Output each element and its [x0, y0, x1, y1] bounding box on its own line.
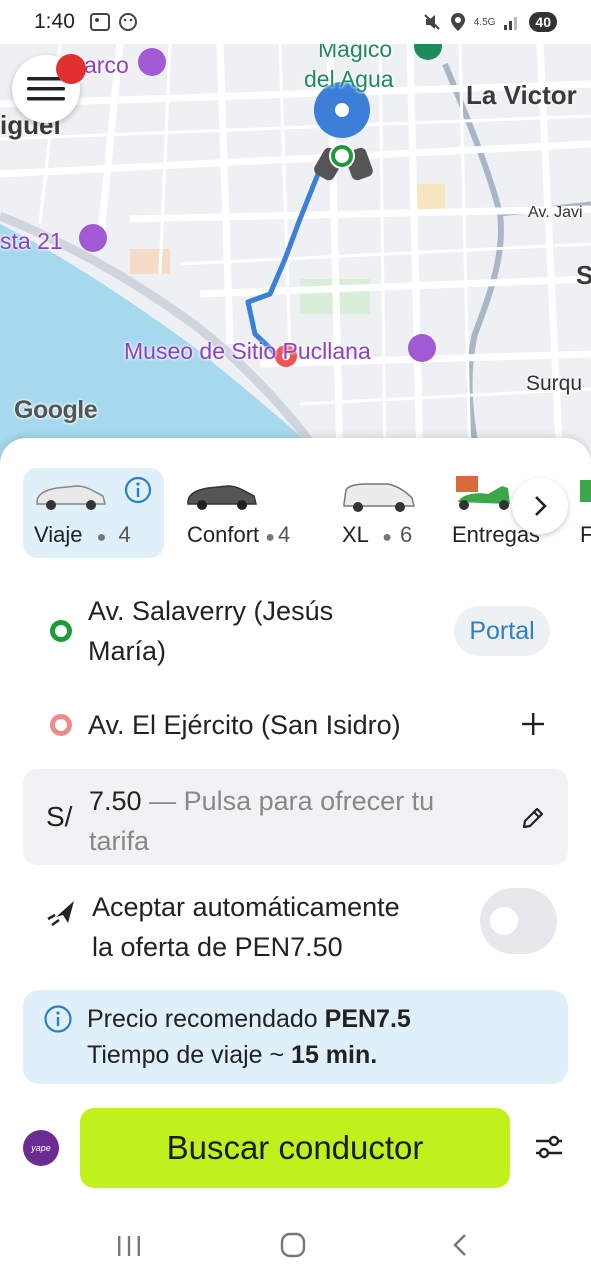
system-nav-bar: [0, 1210, 591, 1280]
notification-icons: [89, 11, 139, 33]
action-row: yape Buscar conductor: [0, 1108, 591, 1188]
recommendation-box: Precio recomendado PEN7.5 Tiempo de viaj…: [23, 990, 568, 1084]
google-logo: Google: [14, 396, 98, 424]
currency-label: S/: [46, 801, 73, 832]
seat-count: 4: [277, 522, 291, 547]
network-type: 4.5G: [473, 16, 496, 28]
map-label-magico: Magico: [318, 44, 393, 62]
fare-hint: — Pulsa para ofrecer tu: [141, 786, 435, 816]
signal-icon: [504, 17, 518, 30]
pencil-icon[interactable]: [520, 805, 546, 831]
home-icon[interactable]: [280, 1232, 306, 1258]
battery-level: 40: [529, 12, 557, 32]
info-icon[interactable]: [124, 476, 152, 504]
fast-forward-icon: [47, 901, 74, 927]
scroll-next-button[interactable]: [512, 478, 568, 534]
auto-accept-toggle[interactable]: [480, 888, 557, 954]
destination-address: Av. El Ejército (San Isidro): [88, 710, 401, 740]
auto-accept-line2: la oferta de PEN7.50: [92, 932, 343, 962]
notification-dot: [56, 54, 86, 84]
fare-input[interactable]: S/ 7.50 — Pulsa para ofrecer tu tarifa: [23, 769, 568, 865]
map-label-surquillo: Surqu: [526, 372, 583, 395]
car-option-more[interactable]: F: [572, 468, 591, 558]
map-label-del-agua: del Agua: [304, 66, 394, 92]
car-option-viaje[interactable]: Viaje ● 4: [23, 468, 164, 558]
status-bar: 1:40 4.5G 40: [0, 0, 591, 44]
car-option-label: F: [580, 522, 591, 547]
price-label: Precio recomendado: [87, 1005, 325, 1033]
car-icon: [187, 485, 257, 510]
hamburger-icon: [27, 77, 65, 101]
car-option-xl[interactable]: XL ● 6: [330, 468, 430, 558]
map-label-costa21: sta 21: [0, 228, 63, 254]
person-icon: ●: [96, 529, 107, 546]
map-label-s: S: [576, 260, 591, 290]
destination-pin-icon: [50, 714, 72, 736]
car-option-label: Confort: [187, 522, 260, 547]
time-value: 15 min.: [291, 1041, 378, 1069]
origin-address-line2: María): [88, 636, 167, 666]
person-icon: ●: [382, 529, 392, 546]
auto-accept-row: Aceptar automáticamente la oferta de PEN…: [0, 885, 591, 965]
time-label: Tiempo de viaje ~: [87, 1041, 292, 1069]
truck-icon: [580, 480, 591, 502]
chevron-right-icon: [535, 496, 547, 516]
car-option-label: Viaje: [34, 522, 83, 547]
car-option-confort[interactable]: Confort ● 4: [176, 468, 316, 558]
map-label-museo: Museo de Sitio Pucllana: [124, 338, 371, 364]
settings-sliders-icon[interactable]: [534, 1134, 564, 1160]
map-view[interactable]: Magico del Agua La Victor arco iguel sta…: [0, 44, 591, 464]
status-time: 1:40: [34, 10, 75, 33]
car-icon: [36, 485, 106, 510]
screenshot-icon: [89, 13, 110, 31]
search-driver-button[interactable]: Buscar conductor: [80, 1108, 510, 1188]
back-icon[interactable]: [450, 1232, 470, 1258]
origin-address-line1: Av. Salaverry (Jesús: [88, 596, 334, 626]
toggle-knob: [490, 907, 518, 935]
location-icon: [450, 13, 465, 31]
payment-method-badge[interactable]: yape: [23, 1130, 59, 1166]
scooter-icon: [456, 476, 510, 510]
car-icon: [343, 483, 415, 512]
price-value: PEN7.5: [324, 1005, 411, 1033]
map-label-parque: arco: [84, 52, 129, 78]
car-option-label: XL: [342, 522, 369, 547]
system-icons: 4.5G 40: [422, 12, 557, 32]
face-icon: [118, 13, 137, 31]
add-stop-icon[interactable]: [520, 711, 546, 737]
auto-accept-line1: Aceptar automáticamente: [92, 892, 400, 922]
fare-amount: 7.50: [89, 786, 142, 816]
seat-count: 4: [118, 522, 131, 547]
recents-icon[interactable]: [116, 1234, 142, 1258]
person-icon: ●: [265, 529, 275, 546]
portal-button[interactable]: Portal: [454, 606, 550, 656]
fare-hint-line2: tarifa: [89, 826, 150, 856]
car-options-row[interactable]: Viaje ● 4 Confort ● 4 XL ● 6 Entregas F: [0, 468, 591, 560]
map-label-av-javier: Av. Javi: [528, 204, 583, 221]
info-icon: [44, 1005, 72, 1033]
mute-icon: [424, 14, 440, 30]
origin-pin-icon: [50, 620, 72, 642]
map-label-la-victoria: La Victor: [466, 80, 577, 110]
seat-count: 6: [400, 522, 413, 547]
